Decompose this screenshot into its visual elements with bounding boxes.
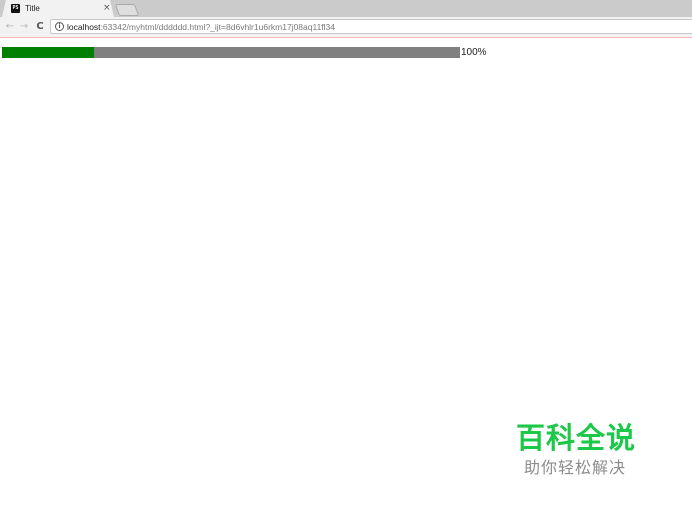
progress-bar xyxy=(2,47,460,58)
browser-window: PS Title × ← → C i localhost:63342/myhtm… xyxy=(0,0,692,513)
toolbar-divider xyxy=(0,37,692,38)
progress-label: 100% xyxy=(461,47,487,58)
address-bar[interactable]: i localhost:63342/myhtml/dddddd.html?_ij… xyxy=(50,19,692,34)
url-text[interactable]: localhost:63342/myhtml/dddddd.html?_ijt=… xyxy=(67,21,335,33)
tab-strip: PS Title × xyxy=(0,0,692,17)
pycharm-favicon-icon: PS xyxy=(11,4,20,13)
url-path: :63342/myhtml/dddddd.html?_ijt=8d6vhlr1u… xyxy=(100,22,336,32)
browser-toolbar: ← → C i localhost:63342/myhtml/dddddd.ht… xyxy=(0,17,692,38)
new-tab-button[interactable] xyxy=(114,4,140,16)
watermark-logo: 百科全说 助你轻松解决 xyxy=(516,420,668,486)
progress-bar-fill xyxy=(2,47,94,58)
watermark-title: 百科全说 xyxy=(516,421,637,455)
reload-icon[interactable]: C xyxy=(33,19,47,35)
watermark-subtitle: 助你轻松解决 xyxy=(524,458,627,477)
close-tab-icon[interactable]: × xyxy=(103,2,111,14)
back-arrow-icon[interactable]: ← xyxy=(3,19,17,35)
url-host: localhost xyxy=(67,22,101,32)
forward-arrow-icon[interactable]: → xyxy=(17,19,31,35)
tab-active[interactable]: PS Title × xyxy=(2,0,114,17)
site-info-icon[interactable]: i xyxy=(55,22,64,31)
tab-title: Title xyxy=(25,4,40,13)
